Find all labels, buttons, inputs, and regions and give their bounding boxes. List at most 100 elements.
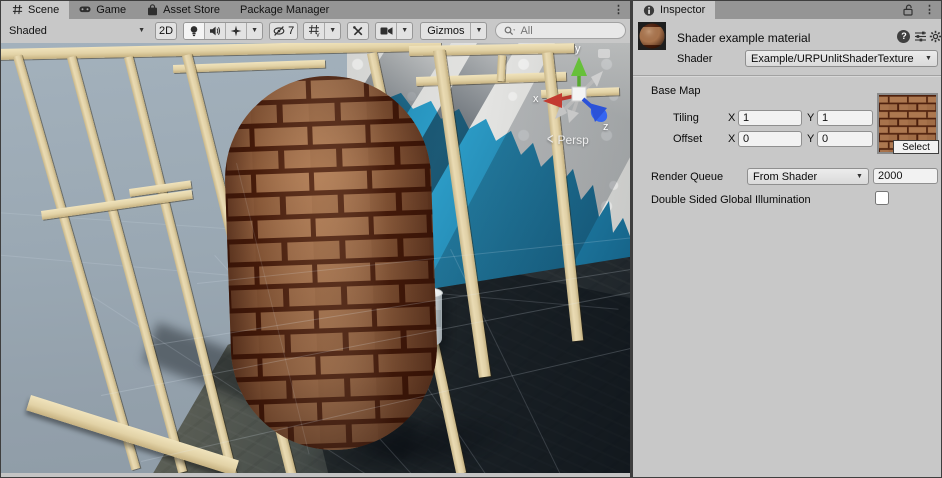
- chevron-down-icon: ▼: [251, 27, 258, 34]
- scene-bottom-edge: [1, 473, 630, 477]
- tab-asset-store[interactable]: Asset Store: [136, 1, 230, 19]
- persp-arrow-icon: <: [547, 131, 553, 148]
- axis-z-label: z: [603, 121, 609, 133]
- orientation-gizmo[interactable]: y x z: [533, 49, 625, 145]
- tiling-y-field[interactable]: [817, 110, 873, 126]
- grid-axis-icon: y: [308, 24, 321, 37]
- base-map-section-label: Base Map: [651, 85, 701, 97]
- lightbulb-icon: [189, 25, 199, 37]
- shopping-bag-icon: [146, 4, 158, 16]
- scene-tabstrip: Scene Game Asset Store Package Manager ⋮: [1, 1, 630, 19]
- shader-value: Example/URPUnlitShaderTexture: [751, 53, 920, 65]
- 2d-toggle-label: 2D: [159, 25, 173, 37]
- gizmos-dropdown-button[interactable]: ▼: [471, 23, 486, 39]
- tools-cross-icon: [352, 25, 364, 37]
- gamepad-icon: [79, 4, 91, 16]
- tiling-x-label: X: [728, 112, 735, 124]
- render-queue-value-field[interactable]: [873, 168, 938, 184]
- scene-pane-menu-icon[interactable]: ⋮: [609, 1, 628, 19]
- camera-dropdown-button[interactable]: ▼: [397, 23, 412, 39]
- chevron-down-icon: ▼: [401, 27, 408, 34]
- info-icon: [643, 4, 655, 16]
- offset-x-label: X: [728, 133, 735, 145]
- perspective-toggle[interactable]: < Persp: [547, 133, 589, 147]
- inspector-body: Shader example material ? Shader Example…: [633, 19, 941, 477]
- effects-star-icon: [230, 25, 242, 37]
- chevron-down-icon: ▼: [329, 27, 336, 34]
- unity-editor-window: Scene Game Asset Store Package Manager ⋮: [0, 0, 942, 478]
- shader-dropdown[interactable]: Example/URPUnlitShaderTexture ▼: [745, 50, 938, 67]
- audio-toggle-button[interactable]: [205, 23, 226, 39]
- draw-mode-label: Shaded: [9, 25, 138, 37]
- offset-label: Offset: [673, 133, 702, 145]
- offset-y-field[interactable]: [817, 131, 873, 147]
- wood-post: [497, 55, 506, 81]
- tiling-label: Tiling: [673, 112, 699, 124]
- camera-group: ▼: [375, 22, 413, 40]
- search-icon: [503, 25, 516, 37]
- persp-label: Persp: [557, 133, 588, 147]
- material-name: Shader example material: [677, 31, 810, 45]
- draw-mode-dropdown[interactable]: Shaded ▼: [5, 22, 149, 40]
- effects-dropdown-button[interactable]: ▼: [247, 23, 262, 39]
- 2d-toggle-button[interactable]: 2D: [155, 22, 177, 40]
- wood-stud: [67, 55, 187, 473]
- component-tools-button[interactable]: [347, 22, 369, 40]
- scene-visibility-button[interactable]: 7: [269, 22, 298, 40]
- offset-x-field[interactable]: [738, 131, 802, 147]
- chevron-down-icon: ▼: [925, 55, 932, 62]
- tab-game[interactable]: Game: [69, 1, 136, 19]
- render-queue-mode: From Shader: [753, 171, 851, 183]
- speaker-icon: [209, 25, 221, 37]
- tab-inspector[interactable]: Inspector: [633, 1, 715, 19]
- tab-game-label: Game: [96, 4, 126, 16]
- effects-toggle-button[interactable]: [226, 23, 247, 39]
- tab-asset-store-label: Asset Store: [163, 4, 220, 16]
- scene-grid-icon: [11, 4, 23, 16]
- tab-scene-label: Scene: [28, 4, 59, 16]
- tab-scene[interactable]: Scene: [1, 1, 69, 19]
- gizmos-group: Gizmos ▼: [420, 22, 487, 40]
- material-preview-ball: [638, 22, 666, 50]
- scene-pane: Scene Game Asset Store Package Manager ⋮: [1, 1, 630, 477]
- svg-text:y: y: [316, 32, 320, 37]
- inspector-menu-icon[interactable]: ⋮: [920, 1, 939, 19]
- scene-viewport[interactable]: y x z < Persp: [1, 43, 630, 473]
- tab-package-manager[interactable]: Package Manager: [230, 1, 339, 19]
- gizmos-label: Gizmos: [427, 25, 464, 37]
- eye-slash-icon: [273, 25, 286, 37]
- lighting-toggle-button[interactable]: [184, 23, 205, 39]
- video-camera-icon: [380, 26, 393, 36]
- hidden-object-count: 7: [288, 25, 294, 37]
- chevron-down-icon: ▼: [476, 27, 483, 34]
- tiling-y-label: Y: [807, 112, 814, 124]
- render-queue-dropdown[interactable]: From Shader ▼: [747, 168, 869, 185]
- tab-inspector-label: Inspector: [660, 4, 705, 16]
- offset-y-label: Y: [807, 133, 814, 145]
- grid-dropdown-button[interactable]: ▼: [325, 23, 340, 39]
- axis-x-label: x: [533, 93, 539, 105]
- unlock-icon[interactable]: [902, 4, 914, 16]
- scene-search-box[interactable]: [495, 22, 626, 39]
- render-queue-label: Render Queue: [651, 171, 723, 183]
- viewport-corner-icon: [598, 49, 610, 58]
- scene-toolbar: Shaded ▼ 2D ▼: [1, 19, 630, 43]
- help-icon[interactable]: ?: [897, 29, 911, 43]
- tiling-x-field[interactable]: [738, 110, 802, 126]
- wood-stud: [124, 56, 237, 473]
- texture-select-button[interactable]: Select: [893, 140, 939, 154]
- gear-icon[interactable]: [929, 29, 942, 43]
- double-sided-gi-checkbox[interactable]: [875, 191, 889, 205]
- scene-camera-button[interactable]: [376, 23, 397, 39]
- axis-y-label: y: [575, 43, 581, 55]
- chevron-down-icon: ▼: [138, 27, 145, 34]
- presets-icon[interactable]: [914, 29, 928, 43]
- grid-visibility-group: y ▼: [303, 22, 341, 40]
- search-input[interactable]: [520, 25, 618, 37]
- brick-capsule-object[interactable]: [221, 71, 442, 454]
- shader-label: Shader: [677, 53, 712, 65]
- section-separator: [633, 75, 941, 76]
- gizmos-button[interactable]: Gizmos: [421, 23, 471, 39]
- grid-visibility-button[interactable]: y: [304, 23, 325, 39]
- inspector-pane: Inspector ⋮ Shader example material ?: [633, 1, 941, 477]
